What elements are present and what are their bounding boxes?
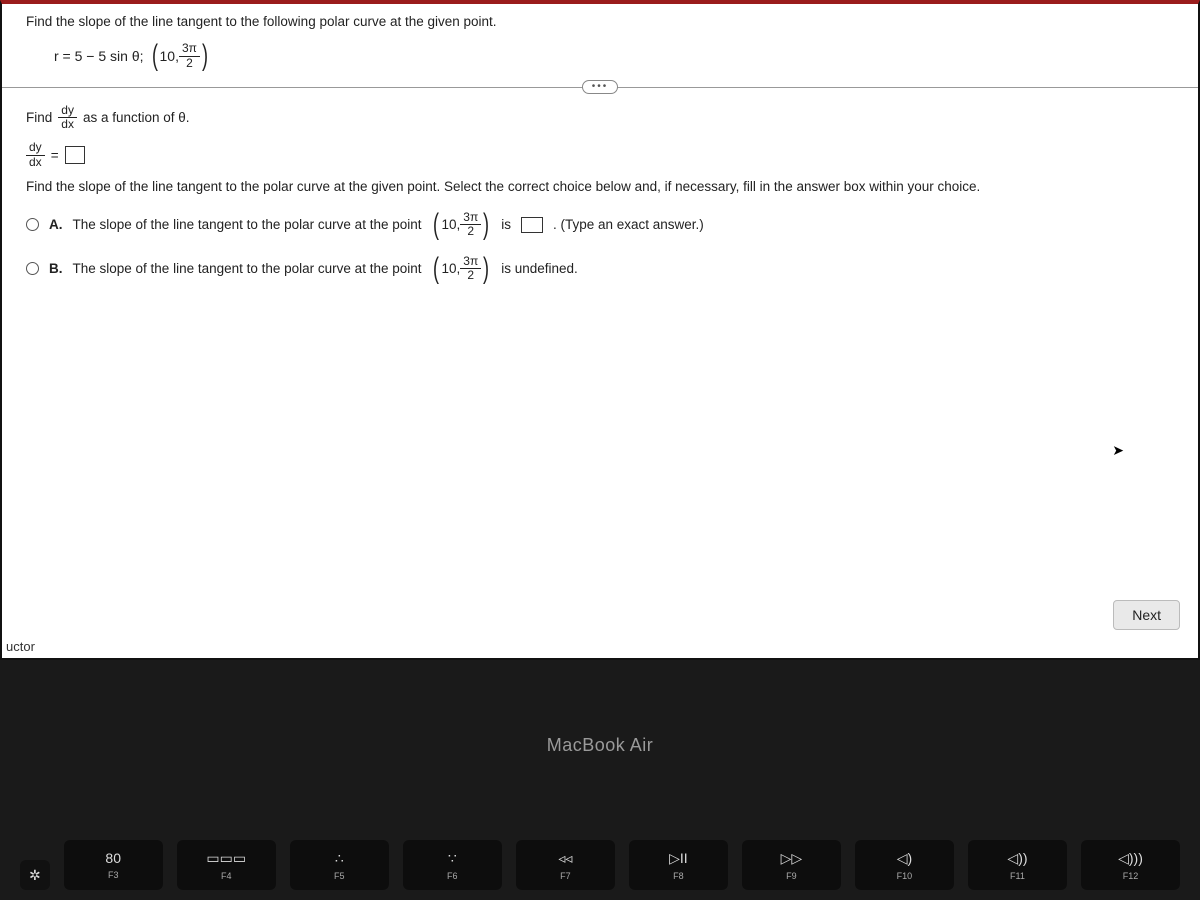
dydx-answer-input[interactable] — [65, 146, 85, 164]
key-brightness[interactable]: ✲ — [20, 860, 50, 890]
choice-b-point-r: 10, — [441, 261, 460, 276]
f7-label: F7 — [560, 871, 571, 881]
key-f12[interactable]: ◁))) F12 — [1081, 840, 1180, 890]
radio-b[interactable] — [26, 262, 39, 275]
play-pause-icon: ▷II — [669, 850, 688, 867]
f6-label: F6 — [447, 871, 458, 881]
choice-b-frac: 3π 2 — [460, 255, 481, 282]
f5-label: F5 — [334, 871, 345, 881]
choice-a-num: 3π — [460, 211, 481, 225]
choice-a[interactable]: A. The slope of the line tangent to the … — [26, 208, 1174, 242]
equals-sign: = — [51, 148, 59, 163]
f8-label: F8 — [673, 871, 684, 881]
mute-icon: ◁) — [897, 850, 912, 867]
dnd-icon: ∵ — [448, 850, 457, 867]
dy-2: dy — [26, 141, 45, 155]
function-key-row: ✲ 80F3 ▭▭▭F4 ∴F5 ∵F6 ◃◃F7 ▷IIF8 ▷▷F9 ◁)F… — [20, 840, 1180, 890]
polar-equation: r = 5 − 5 sin θ; 10, 3π 2 — [54, 39, 1174, 73]
choice-b-num: 3π — [460, 255, 481, 269]
choice-a-point: 10, 3π 2 — [431, 208, 491, 242]
launchpad-icon: ▭▭▭ — [206, 850, 246, 867]
choice-a-frac: 3π 2 — [460, 211, 481, 238]
mission-control-icon: 80 — [105, 850, 121, 866]
f10-label: F10 — [897, 871, 913, 881]
find-dydx-line: Find dy dx as a function of θ. — [26, 104, 1174, 131]
choice-a-label: A. — [49, 217, 63, 232]
key-f10[interactable]: ◁) F10 — [855, 840, 954, 890]
rewind-icon: ◃◃ — [558, 850, 572, 867]
choice-a-pre: The slope of the line tangent to the pol… — [73, 217, 422, 232]
key-f7[interactable]: ◃◃ F7 — [516, 840, 615, 890]
f12-label: F12 — [1123, 871, 1139, 881]
choice-b-point: 10, 3π 2 — [431, 252, 491, 286]
dictation-icon: ∴ — [335, 850, 344, 867]
point-r: 10, — [160, 48, 179, 64]
choice-b-label: B. — [49, 261, 63, 276]
key-f11[interactable]: ◁)) F11 — [968, 840, 1067, 890]
key-f8[interactable]: ▷II F8 — [629, 840, 728, 890]
find-suffix: as a function of θ. — [83, 110, 190, 125]
choice-a-answer-input[interactable] — [521, 217, 543, 233]
key-f6[interactable]: ∵ F6 — [403, 840, 502, 890]
dydx-fraction-2: dy dx — [26, 141, 45, 168]
choice-a-post: . (Type an exact answer.) — [553, 217, 704, 232]
given-point: 10, 3π 2 — [150, 39, 210, 73]
question-prompt: Find the slope of the line tangent to th… — [26, 14, 1174, 29]
equation-lhs: r = 5 − 5 sin θ; — [54, 48, 144, 64]
dydx-fraction: dy dx — [58, 104, 77, 131]
find-word: Find — [26, 110, 52, 125]
dx-2: dx — [26, 156, 45, 169]
f3-label: F3 — [108, 870, 119, 880]
f9-label: F9 — [786, 871, 797, 881]
f4-label: F4 — [221, 871, 232, 881]
key-f9[interactable]: ▷▷ F9 — [742, 840, 841, 890]
choice-b-den: 2 — [464, 269, 477, 282]
volume-up-icon: ◁))) — [1118, 850, 1143, 867]
choice-b[interactable]: B. The slope of the line tangent to the … — [26, 252, 1174, 286]
expand-chip[interactable]: ••• — [582, 80, 618, 94]
radio-a[interactable] — [26, 218, 39, 231]
choice-b-post: is undefined. — [501, 261, 578, 276]
volume-down-icon: ◁)) — [1007, 850, 1027, 867]
cursor-icon: ➤ — [1112, 442, 1124, 459]
choice-a-den: 2 — [464, 225, 477, 238]
choice-b-pre: The slope of the line tangent to the pol… — [73, 261, 422, 276]
choice-a-mid: is — [501, 217, 511, 232]
dx: dx — [58, 118, 77, 131]
choice-a-point-r: 10, — [441, 217, 460, 232]
key-f5[interactable]: ∴ F5 — [290, 840, 389, 890]
theta-fraction: 3π 2 — [179, 42, 200, 69]
key-f3[interactable]: 80F3 — [64, 840, 163, 890]
dydx-equals-line: dy dx = — [26, 141, 1174, 168]
sun-icon: ✲ — [29, 867, 41, 884]
frac-denominator: 2 — [183, 57, 196, 70]
frac-numerator: 3π — [179, 42, 200, 56]
mc-instruction: Find the slope of the line tangent to th… — [26, 179, 1174, 194]
macbook-air-label: MacBook Air — [547, 735, 654, 756]
f11-label: F11 — [1010, 871, 1025, 881]
fast-forward-icon: ▷▷ — [781, 850, 803, 867]
cutoff-text: uctor — [2, 639, 35, 654]
dy: dy — [58, 104, 77, 118]
next-button[interactable]: Next — [1113, 600, 1180, 630]
key-f4[interactable]: ▭▭▭ F4 — [177, 840, 276, 890]
